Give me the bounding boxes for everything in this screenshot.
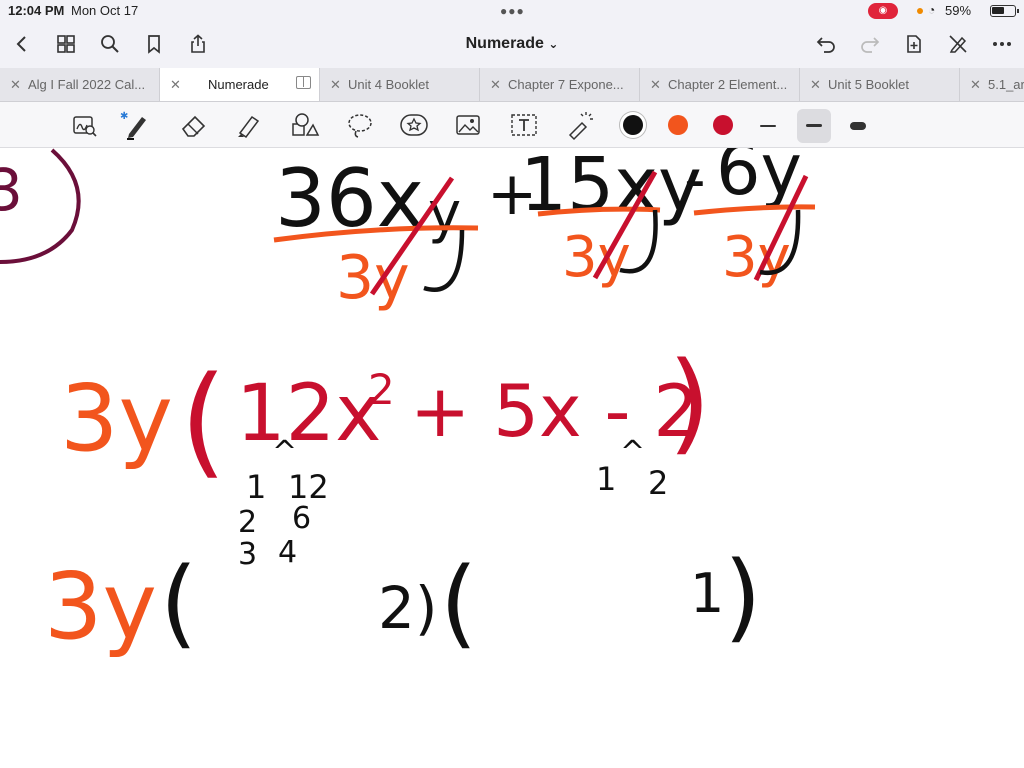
trinomial-rest: + 5x - 2 (410, 369, 699, 453)
note-canvas[interactable]: 3 36x y 3y + 15xy 3y - 6y 3y 3y (12x 2 … (0, 148, 1024, 768)
gcf-factor-row-4: 3y (44, 553, 157, 660)
binomial-2-close: ) (724, 541, 761, 653)
close-icon[interactable]: ✕ (10, 77, 21, 93)
grid-icon[interactable] (52, 30, 80, 58)
shapes-icon[interactable] (288, 109, 320, 141)
minus-sign-1: - (684, 148, 706, 215)
lasso-icon[interactable] (344, 109, 376, 141)
tab-label: Numerade (208, 77, 269, 92)
pen-icon[interactable]: ✱ (120, 109, 152, 141)
close-icon[interactable]: ✕ (810, 77, 821, 93)
laser-pointer-icon[interactable] (564, 109, 596, 141)
redo-icon[interactable] (856, 30, 884, 58)
more-icon[interactable] (988, 30, 1016, 58)
text-tool-icon[interactable] (508, 109, 540, 141)
navigation-bar: Numerade ⌄ (0, 22, 1024, 68)
close-icon[interactable]: ✕ (170, 77, 181, 93)
fraction-term-3: 6y 3y (693, 148, 816, 290)
tab-bar: ✕ Alg I Fall 2022 Cal... ✕ Numerade ✕ Un… (0, 68, 1024, 102)
tab-label: Alg I Fall 2022 Cal... (28, 77, 146, 92)
close-icon[interactable]: ✕ (490, 77, 501, 93)
problem-number-label: 3 (0, 156, 23, 224)
binomial-1-open: ( (160, 547, 197, 659)
eraser-icon[interactable] (178, 109, 210, 141)
bookmark-icon[interactable] (140, 30, 168, 58)
fraction-3-numerator: 6y (716, 148, 802, 211)
tab-numerade[interactable]: ✕ Numerade (160, 68, 320, 101)
tab-chapter-2[interactable]: ✕ Chapter 2 Element... (640, 68, 800, 101)
tab-unit-5-booklet[interactable]: ✕ Unit 5 Booklet (800, 68, 960, 101)
chevron-left-icon[interactable] (8, 30, 36, 58)
caret-left: ^ (272, 435, 297, 470)
wifi-icon: ◔ (928, 3, 936, 17)
binomial-2-constant: 1 (690, 562, 724, 625)
status-time: 12:04 PM (8, 3, 65, 18)
elements-star-icon[interactable] (398, 109, 430, 141)
factor-6: 6 (292, 501, 311, 536)
battery-icon (990, 5, 1019, 17)
factor-3: 3 (238, 537, 257, 572)
tab-unit-4-booklet[interactable]: ✕ Unit 4 Booklet (320, 68, 480, 101)
handwriting-layer: 3 36x y 3y + 15xy 3y - 6y 3y 3y (12x 2 … (0, 148, 816, 660)
image-icon[interactable] (452, 109, 484, 141)
battery-percent: 59% (945, 3, 972, 18)
tab-label: Chapter 7 Expone... (508, 77, 624, 92)
status-bar: 12:04 PM Mon Oct 17 ●●● ◉ ◔ 59% (0, 0, 1024, 22)
screen-record-icon[interactable]: ◉ (868, 3, 898, 19)
tab-label: Unit 5 Booklet (828, 77, 909, 92)
gcf-factor: 3y (60, 365, 173, 472)
factor-1: 1 (246, 468, 266, 506)
open-paren: ( (180, 352, 227, 491)
binomial-2-open: ( (440, 547, 477, 659)
trinomial-leading-term: 12x (236, 369, 381, 459)
close-icon[interactable]: ✕ (330, 77, 341, 93)
factor-4: 4 (278, 535, 297, 570)
multitasking-dots-icon[interactable]: ●●● (500, 4, 525, 18)
tab-alg-i-fall-2022[interactable]: ✕ Alg I Fall 2022 Cal... (0, 68, 160, 101)
document-title-button[interactable]: Numerade ⌄ (466, 35, 559, 52)
stroke-thick-option[interactable] (841, 109, 875, 143)
zoom-box-icon[interactable] (68, 109, 100, 141)
exponent: 2 (368, 365, 395, 414)
highlighter-icon[interactable] (232, 109, 264, 141)
circled-problem-number: 3 (0, 148, 81, 264)
tab-chapter-7[interactable]: ✕ Chapter 7 Expone... (480, 68, 640, 101)
factor-2: 2 (238, 505, 257, 540)
status-date: Mon Oct 17 (71, 3, 139, 18)
search-icon[interactable] (96, 30, 124, 58)
color-swatch-orange[interactable] (668, 115, 688, 135)
tab-label: Unit 4 Booklet (348, 77, 429, 92)
tab-label: 5.1_ar (988, 77, 1024, 92)
drawing-toolbar: ✱ (0, 102, 1024, 148)
add-page-icon[interactable] (900, 30, 928, 58)
fraction-2-numerator: 15xy (520, 148, 702, 228)
battery-fill (992, 7, 1005, 14)
caret-right: ^ (620, 435, 645, 470)
stroke-medium-option[interactable] (797, 109, 831, 143)
mic-indicator-icon (917, 8, 923, 14)
undo-icon[interactable] (812, 30, 840, 58)
color-swatch-red[interactable] (713, 115, 733, 135)
binomial-setup-row-4: 3y ( 2) ( 1 ) (44, 541, 761, 660)
fraction-term-1: 36x y 3y (273, 152, 479, 313)
split-view-icon[interactable] (296, 76, 311, 89)
stroke-thin-option[interactable] (751, 109, 785, 143)
factor-1-right: 1 (596, 460, 616, 498)
binomial-1-constant: 2) (378, 574, 438, 642)
document-title-label: Numerade (465, 35, 544, 52)
svg-text:✱: ✱ (120, 111, 128, 122)
tab-5-1[interactable]: ✕ 5.1_ar (960, 68, 1024, 101)
color-swatch-black[interactable] (623, 115, 643, 135)
close-paren: ) (668, 338, 711, 466)
factor-2-right: 2 (648, 464, 668, 502)
pencil-off-icon[interactable] (944, 30, 972, 58)
tab-label: Chapter 2 Element... (668, 77, 788, 92)
chevron-down-icon: ⌄ (548, 37, 559, 51)
fraction-term-2: 15xy 3y (520, 148, 702, 290)
close-icon[interactable]: ✕ (650, 77, 661, 93)
share-icon[interactable] (184, 30, 212, 58)
close-icon[interactable]: ✕ (970, 77, 981, 93)
